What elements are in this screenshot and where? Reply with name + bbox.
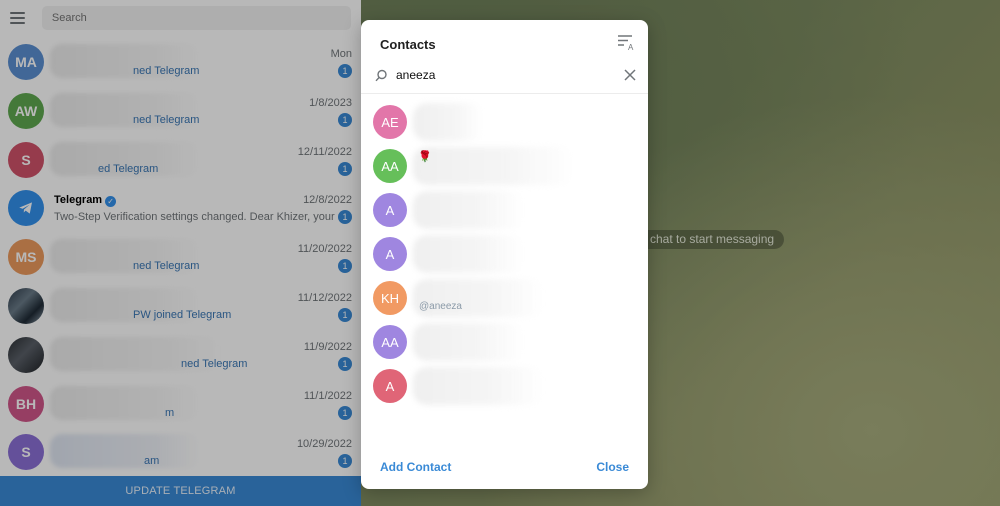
chat-time: 10/29/2022 bbox=[296, 438, 352, 451]
chat-snippet: ned Telegram bbox=[133, 113, 200, 126]
chat-list-item[interactable]: ned Telegram 11/9/2022 1 bbox=[0, 329, 361, 378]
chat-time: Mon bbox=[330, 48, 352, 60]
chat-snippet: ned Telegram bbox=[181, 357, 248, 370]
chat-time: 11/1/2022 bbox=[303, 389, 352, 402]
redacted-name bbox=[413, 235, 523, 273]
avatar: S bbox=[8, 141, 44, 178]
avatar: S bbox=[8, 434, 44, 471]
chat-list: MA ned Telegram Mon 1 AW ned Telegram 1/… bbox=[0, 36, 361, 475]
contact-item[interactable]: AE bbox=[361, 100, 648, 144]
contact-search-input[interactable] bbox=[396, 65, 616, 85]
sort-alphabet-icon[interactable]: A bbox=[617, 33, 635, 51]
chat-name: Telegram ✓ bbox=[54, 194, 117, 208]
chat-snippet: ed Telegram bbox=[98, 162, 159, 175]
chat-list-item[interactable]: MA ned Telegram Mon 1 bbox=[0, 36, 361, 85]
search-input[interactable] bbox=[41, 6, 351, 30]
close-button[interactable]: Close bbox=[596, 460, 629, 474]
avatar: AE bbox=[373, 105, 407, 139]
chat-time: 12/11/2022 bbox=[297, 145, 352, 158]
avatar: BH bbox=[8, 385, 44, 422]
chat-time: 11/9/2022 bbox=[303, 340, 352, 353]
contact-item[interactable]: A bbox=[361, 364, 648, 408]
avatar: KH bbox=[373, 281, 407, 315]
chat-snippet: PW joined Telegram bbox=[133, 308, 232, 321]
unread-badge: 1 bbox=[338, 307, 352, 322]
add-contact-button[interactable]: Add Contact bbox=[380, 460, 451, 474]
chat-list-item[interactable]: AW ned Telegram 1/8/2023 1 bbox=[0, 85, 361, 134]
avatar: A bbox=[373, 369, 407, 403]
redacted-name bbox=[50, 385, 200, 420]
chat-snippet: am bbox=[144, 455, 160, 468]
verified-icon: ✓ bbox=[105, 196, 117, 208]
contact-item[interactable]: AA 🌹 bbox=[361, 144, 648, 188]
search-icon bbox=[375, 69, 387, 82]
contact-item[interactable]: KH @aneeza bbox=[361, 276, 648, 320]
unread-badge: 1 bbox=[338, 64, 352, 78]
avatar: MS bbox=[8, 239, 44, 276]
unread-badge: 1 bbox=[338, 112, 352, 127]
chat-time: 11/20/2022 bbox=[297, 243, 352, 256]
clear-search-icon[interactable] bbox=[623, 68, 637, 82]
chat-list-item[interactable]: BH m 11/1/2022 1 bbox=[0, 378, 361, 427]
chat-list-item[interactable]: PW joined Telegram 11/12/2022 1 bbox=[0, 280, 361, 329]
redacted-name bbox=[413, 147, 573, 185]
unread-badge: 1 bbox=[338, 405, 352, 420]
telegram-logo-icon bbox=[8, 190, 44, 227]
unread-badge: 1 bbox=[338, 356, 352, 371]
chat-list-item[interactable]: S ed Telegram 12/11/2022 1 bbox=[0, 134, 361, 183]
avatar: AW bbox=[8, 92, 44, 129]
divider bbox=[361, 93, 648, 94]
avatar: AA bbox=[373, 325, 407, 359]
redacted-name bbox=[50, 434, 200, 469]
chat-list-item[interactable]: MS ned Telegram 11/20/2022 1 bbox=[0, 231, 361, 280]
contact-username: @aneeza bbox=[419, 301, 462, 312]
avatar: A bbox=[373, 237, 407, 271]
redacted-name bbox=[413, 103, 483, 141]
avatar: MA bbox=[8, 44, 44, 80]
left-header bbox=[0, 0, 361, 36]
chat-snippet: m bbox=[165, 406, 175, 419]
chat-list-item[interactable]: S am 10/29/2022 1 bbox=[0, 426, 361, 475]
rose-emoji-icon: 🌹 bbox=[418, 151, 432, 163]
unread-badge: 1 bbox=[338, 161, 352, 176]
unread-badge: 1 bbox=[338, 454, 352, 469]
unread-badge: 1 bbox=[338, 210, 352, 225]
unread-badge: 1 bbox=[338, 259, 352, 274]
chat-list-item[interactable]: Telegram ✓ Two-Step Verification settings… bbox=[0, 182, 361, 231]
chat-time: 11/12/2022 bbox=[297, 291, 352, 304]
contact-item[interactable]: AA bbox=[361, 320, 648, 364]
redacted-name bbox=[413, 323, 523, 361]
avatar-photo bbox=[8, 287, 44, 324]
chat-snippet: Two-Step Verification settings changed. … bbox=[54, 211, 347, 224]
update-telegram-button[interactable]: UPDATE TELEGRAM bbox=[0, 476, 361, 506]
contact-item[interactable]: A bbox=[361, 232, 648, 276]
svg-text:A: A bbox=[628, 43, 634, 51]
redacted-name bbox=[413, 191, 523, 229]
dialog-title: Contacts bbox=[380, 37, 436, 52]
avatar-photo bbox=[8, 336, 44, 373]
avatar: AA bbox=[373, 149, 407, 183]
contacts-dialog: Contacts A AE AA 🌹 A A KH @aneeza AA bbox=[361, 20, 648, 489]
empty-chat-hint: chat to start messaging bbox=[638, 230, 785, 249]
chat-snippet: ned Telegram bbox=[133, 65, 200, 77]
redacted-name bbox=[413, 367, 543, 405]
chat-list-panel: MA ned Telegram Mon 1 AW ned Telegram 1/… bbox=[0, 0, 361, 506]
hamburger-menu-icon[interactable] bbox=[10, 7, 32, 29]
avatar: A bbox=[373, 193, 407, 227]
chat-time: 1/8/2023 bbox=[309, 96, 352, 109]
chat-snippet: ned Telegram bbox=[133, 260, 200, 273]
chat-time: 12/8/2022 bbox=[303, 194, 352, 207]
contact-item[interactable]: A bbox=[361, 188, 648, 232]
